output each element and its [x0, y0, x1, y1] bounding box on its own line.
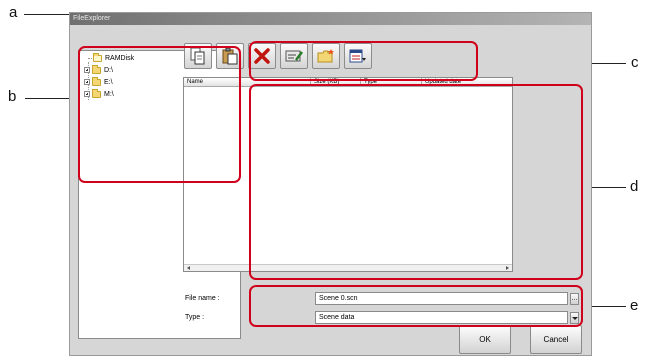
copy-button[interactable] — [184, 43, 212, 69]
callout-d: d — [630, 178, 639, 195]
horizontal-scrollbar[interactable] — [184, 264, 512, 271]
tree-item-e-drive[interactable]: E:\ — [84, 76, 113, 87]
paste-button[interactable] — [216, 43, 244, 69]
ok-button[interactable]: OK — [459, 325, 511, 354]
type-label: Type : — [185, 314, 205, 321]
callout-b: b — [8, 88, 17, 105]
cancel-button[interactable]: Cancel — [530, 325, 582, 354]
folder-icon — [92, 88, 101, 98]
expand-icon[interactable] — [84, 67, 90, 73]
scroll-left-icon[interactable] — [187, 266, 190, 270]
tree-item-ramdisk[interactable]: RAMDisk — [93, 52, 135, 63]
file-list-header: Name Size (KB) Type Updated date — [184, 78, 512, 87]
delete-icon — [254, 48, 270, 64]
file-explorer-window: FileExplorer RAMDisk D:\ E:\ M:\ Name Si… — [69, 12, 592, 356]
new-folder-icon — [317, 49, 334, 63]
new-folder-button[interactable] — [312, 43, 340, 69]
expand-icon[interactable] — [84, 79, 90, 85]
chevron-down-icon[interactable] — [570, 312, 579, 324]
callout-a: a — [9, 4, 18, 21]
type-select[interactable]: Scene data — [315, 311, 568, 324]
tree-item-label: E:\ — [104, 78, 113, 86]
paste-icon — [222, 47, 238, 65]
view-options-icon — [349, 49, 366, 63]
folder-open-icon — [93, 52, 102, 62]
view-options-button[interactable] — [344, 43, 372, 69]
tree-item-label: RAMDisk — [105, 54, 135, 62]
file-list[interactable]: Name Size (KB) Type Updated date — [183, 77, 513, 272]
copy-icon — [190, 47, 205, 65]
folder-icon — [92, 64, 101, 74]
scroll-right-icon[interactable] — [506, 266, 509, 270]
file-name-label: File name : — [185, 295, 220, 302]
column-header-name[interactable]: Name — [184, 78, 311, 87]
tree-item-m-drive[interactable]: M:\ — [84, 88, 114, 99]
column-header-updated[interactable]: Updated date — [422, 78, 513, 87]
title-bar[interactable]: FileExplorer — [70, 13, 591, 25]
callout-c: c — [631, 54, 639, 71]
file-toolbar — [184, 43, 372, 69]
file-name-field[interactable]: Scene 0.scn — [315, 292, 568, 305]
rename-button[interactable] — [280, 43, 308, 69]
column-header-type[interactable]: Type — [361, 78, 422, 87]
folder-icon — [92, 76, 101, 86]
delete-button[interactable] — [248, 43, 276, 69]
tree-item-label: M:\ — [104, 90, 114, 98]
rename-icon — [285, 50, 303, 62]
leader-line-a — [24, 14, 69, 15]
browse-button[interactable]: ... — [570, 293, 579, 305]
window-title: FileExplorer — [73, 15, 111, 22]
tree-item-d-drive[interactable]: D:\ — [84, 64, 113, 75]
tree-item-label: D:\ — [104, 66, 113, 74]
column-header-size[interactable]: Size (KB) — [311, 78, 361, 87]
expand-icon[interactable] — [84, 91, 90, 97]
callout-e: e — [630, 297, 639, 314]
